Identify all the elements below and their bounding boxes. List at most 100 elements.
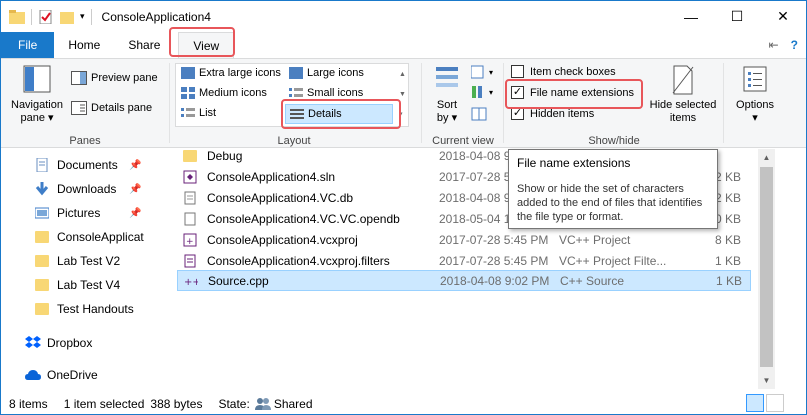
table-row-selected[interactable]: ++ Source.cpp 2018-04-08 9:02 PM C++ Sour… — [177, 270, 751, 291]
new-folder-icon[interactable] — [60, 10, 76, 24]
list-option[interactable]: List — [181, 107, 216, 119]
scroll-thumb[interactable] — [760, 167, 773, 367]
nav-item-label: Lab Test V2 — [57, 254, 121, 268]
scroll-down-arrow[interactable]: ▼ — [758, 372, 775, 389]
state-value: Shared — [273, 396, 313, 411]
title-bar: ▾ ConsoleApplication4 — ☐ ✕ — [1, 1, 806, 32]
nav-item-consoleapplication[interactable]: ConsoleApplicat — [1, 225, 171, 249]
details-view-button[interactable] — [746, 394, 764, 412]
panes-group-label: Panes — [69, 135, 101, 147]
help-icon[interactable]: ? — [791, 38, 798, 52]
sort-by-label: Sort — [436, 99, 458, 111]
hidden-items-toggle[interactable]: ✓ Hidden items — [511, 107, 594, 120]
tab-file[interactable]: File — [1, 32, 55, 58]
pin-ribbon-icon[interactable]: ⇤ — [769, 38, 779, 52]
item-check-boxes-toggle[interactable]: Item check boxes — [511, 65, 616, 78]
explorer-window: ▾ ConsoleApplication4 — ☐ ✕ File Home Sh… — [0, 0, 807, 415]
file-date: 2017-07-28 5:45 PM — [439, 253, 549, 268]
tab-home[interactable]: Home — [54, 32, 114, 58]
navigation-pane-button[interactable]: Navigation pane ▾ — [7, 65, 67, 125]
pin-icon: 📌 — [129, 207, 142, 219]
small-icons-option[interactable]: Small icons — [289, 87, 363, 99]
small-icons-label: Small icons — [307, 87, 364, 99]
large-icons-icon — [289, 67, 303, 79]
hidden-items-label: Hidden items — [530, 107, 595, 120]
vcxproj-file-icon: + — [183, 233, 197, 247]
details-pane-icon — [71, 101, 87, 115]
hide-selected-items-button[interactable]: Hide selected items — [645, 65, 721, 125]
table-row[interactable]: ConsoleApplication4.vcxproj.filters 2017… — [177, 250, 751, 271]
extra-large-icons-label: Extra large icons — [199, 67, 281, 79]
scroll-up-arrow[interactable]: ▲ — [758, 149, 775, 166]
maximize-button[interactable]: ☐ — [714, 1, 760, 32]
nav-item-documents[interactable]: Documents 📌 — [1, 153, 171, 177]
file-name: ConsoleApplication4.VC.db — [207, 190, 354, 205]
folder-icon — [35, 231, 49, 243]
layout-scroll-arrows[interactable]: ▲ ▼ ▾ — [399, 65, 406, 125]
file-date: 2017-07-28 5:45 PM — [439, 232, 549, 247]
item-check-boxes-label: Item check boxes — [530, 65, 616, 78]
item-check-boxes-checkbox[interactable] — [511, 65, 524, 78]
size-columns-button[interactable] — [471, 107, 489, 121]
file-type: C++ Source — [560, 273, 625, 288]
add-columns-button[interactable]: ▾ — [471, 85, 493, 99]
pin-icon: 📌 — [129, 183, 142, 195]
tab-share[interactable]: Share — [114, 32, 174, 58]
vertical-scrollbar[interactable]: ▲ ▼ — [758, 149, 775, 389]
shared-users-icon — [254, 397, 271, 410]
svg-text:+: + — [186, 237, 194, 247]
folder-icon — [35, 303, 49, 315]
table-row[interactable]: + ConsoleApplication4.vcxproj 2017-07-28 … — [177, 229, 751, 250]
blank-file-icon — [184, 212, 196, 225]
nav-item-pictures[interactable]: Pictures 📌 — [1, 201, 171, 225]
large-icons-label: Large icons — [307, 67, 364, 79]
nav-item-onedrive[interactable]: OneDrive — [1, 363, 171, 387]
hidden-items-checkbox[interactable]: ✓ — [511, 107, 524, 120]
nav-item-downloads[interactable]: Downloads 📌 — [1, 177, 171, 201]
group-options: Options ▾ — [725, 59, 785, 149]
folder-icon — [35, 279, 49, 291]
group-by-button[interactable]: ▾ — [471, 65, 493, 79]
selection-size: 388 bytes — [150, 396, 203, 411]
medium-icons-option[interactable]: Medium icons — [181, 87, 267, 99]
file-name: ConsoleApplication4.VC.VC.opendb — [207, 211, 400, 226]
nav-item-lab-test-v2[interactable]: Lab Test V2 — [1, 249, 171, 273]
navigation-pane-label: Navigation — [11, 99, 63, 111]
group-by-icon — [471, 65, 484, 79]
minimize-button[interactable]: — — [668, 1, 714, 32]
tooltip: File name extensions Show or hide the se… — [508, 149, 718, 229]
navigation-pane-icon — [23, 65, 51, 93]
large-icons-view-button[interactable] — [766, 394, 784, 412]
preview-pane-button[interactable]: Preview pane — [71, 71, 158, 85]
nav-item-lab-test-v4[interactable]: Lab Test V4 — [1, 273, 171, 297]
nav-item-test-handouts[interactable]: Test Handouts — [1, 297, 171, 321]
nav-item-dropbox[interactable]: Dropbox — [1, 331, 171, 355]
nav-item-label: Lab Test V4 — [57, 278, 121, 292]
file-name-extensions-checkbox[interactable]: ✓ — [511, 86, 524, 99]
tab-view[interactable]: View — [178, 32, 235, 58]
nav-item-label: Test Handouts — [57, 302, 134, 316]
close-button[interactable]: ✕ — [760, 1, 806, 32]
extra-large-icons-option[interactable]: Extra large icons — [181, 67, 281, 79]
file-size: 8 KB — [714, 232, 741, 247]
options-arrow: ▾ — [752, 112, 758, 124]
folder-icon — [183, 149, 197, 162]
medium-icons-icon — [181, 87, 195, 99]
file-name-extensions-toggle[interactable]: ✓ File name extensions — [511, 86, 634, 99]
details-pane-button[interactable]: Details pane — [71, 101, 152, 115]
add-columns-icon — [472, 86, 482, 98]
list-label: List — [199, 107, 217, 119]
nav-item-label: Dropbox — [47, 336, 93, 350]
options-button[interactable]: Options ▾ — [729, 65, 781, 125]
customize-toolbar-icon[interactable]: ▾ — [80, 11, 85, 22]
details-view-icon — [290, 109, 304, 119]
state-label: State: — [218, 396, 250, 411]
file-date: 2018-04-08 9:02 PM — [440, 273, 550, 288]
ribbon: Navigation pane ▾ Preview pane Details p… — [1, 58, 806, 148]
properties-icon[interactable] — [38, 9, 54, 24]
group-layout: Extra large icons Large icons Medium ico… — [171, 59, 417, 149]
large-icons-option[interactable]: Large icons — [289, 67, 364, 79]
pictures-icon — [35, 207, 49, 219]
details-option[interactable]: Details — [285, 104, 393, 124]
sort-by-button[interactable]: Sort by ▾ — [429, 65, 465, 125]
